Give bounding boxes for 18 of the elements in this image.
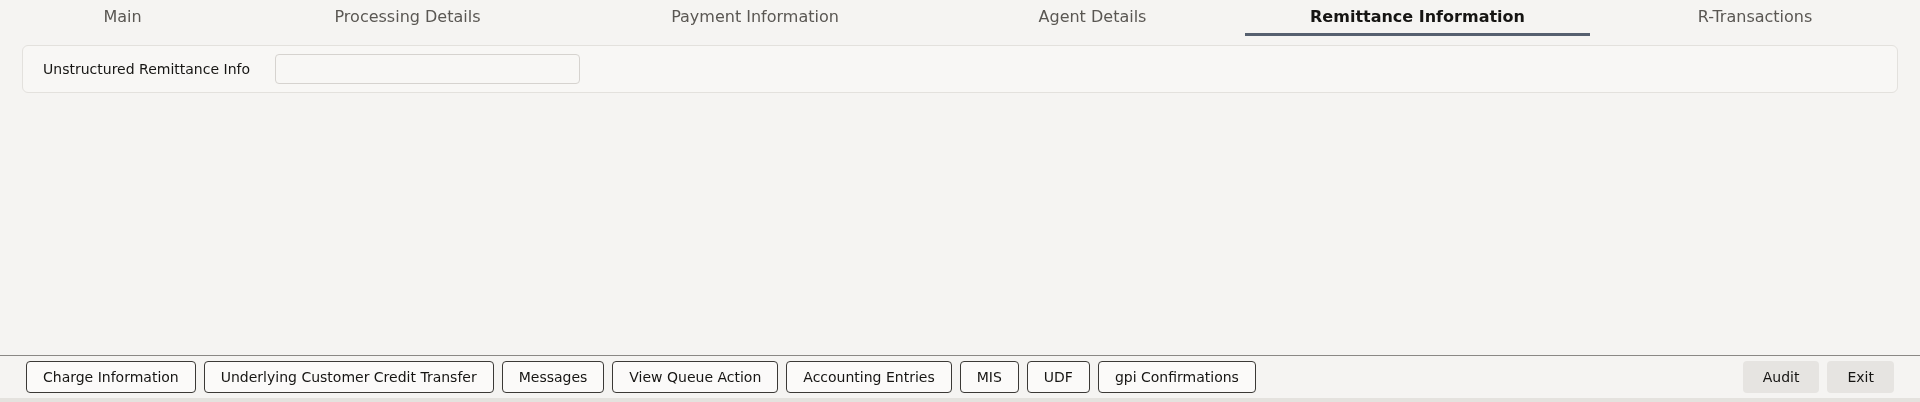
footer-button[interactable]: Audit [1742,361,1820,393]
footer-button[interactable]: Underlying Customer Credit Transfer [203,361,494,393]
tab[interactable]: Processing Details [245,0,570,36]
tab[interactable]: R-Transactions [1590,0,1920,36]
tab[interactable]: Agent Details [940,0,1245,36]
footer-button[interactable]: gpi Confirmations [1097,361,1256,393]
footer-button[interactable]: Accounting Entries [786,361,952,393]
tab[interactable]: Payment Information [570,0,940,36]
footer-button[interactable]: Exit [1827,361,1894,393]
tab[interactable]: Main [0,0,245,36]
input-field[interactable] [275,54,580,84]
footer-button[interactable]: Messages [501,361,605,393]
footer-button[interactable]: Charge Information [26,361,196,393]
footer-button[interactable]: View Queue Action [612,361,779,393]
footer-button[interactable]: UDF [1026,361,1090,393]
tab[interactable]: Remittance Information [1245,0,1590,36]
footer-button[interactable]: MIS [959,361,1019,393]
field-label: Unstructured Remittance Info [42,61,251,77]
